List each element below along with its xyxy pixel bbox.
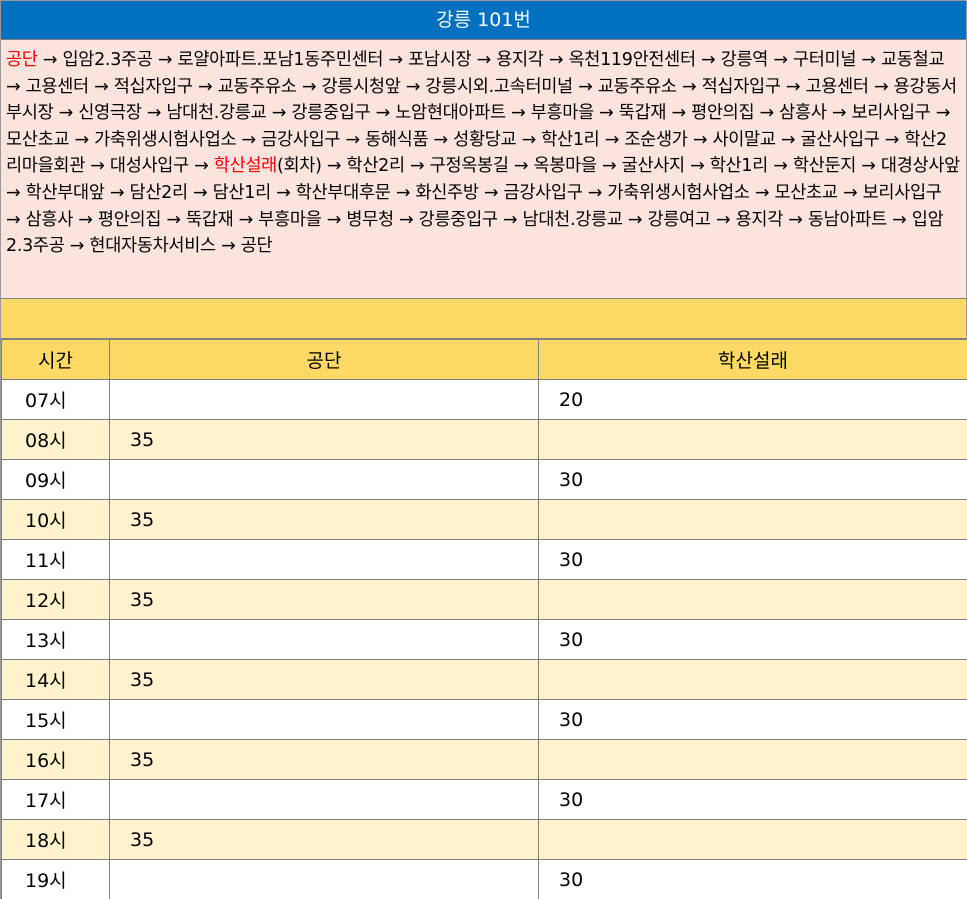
- haksanseollae-minute-cell: [538, 579, 967, 620]
- header-time: 시간: [1, 339, 110, 380]
- timetable-page: 강릉 101번 공단 → 입암2.3주공 → 로얄아파트.포남1동주민센터 → …: [0, 0, 967, 899]
- route-highlight-stop: 공단: [6, 50, 38, 70]
- haksanseollae-minute-cell: 30: [538, 779, 967, 820]
- haksanseollae-minute-cell: [538, 819, 967, 860]
- gongdan-minute-cell: [109, 699, 539, 740]
- timetable: 시간 공단 학산설래 07시 20 08시 35 09시 30 10시 35 11시 30 12시 3…: [1, 339, 967, 899]
- gongdan-minute-cell: 35: [109, 419, 539, 460]
- haksanseollae-minute-cell: 30: [538, 459, 967, 500]
- table-row: 10시 35: [1, 499, 967, 540]
- haksanseollae-minute-cell: [538, 419, 967, 460]
- haksanseollae-minute-cell: 30: [538, 699, 967, 740]
- table-row: 14시 35: [1, 659, 967, 700]
- time-cell: 15시: [1, 699, 110, 740]
- haksanseollae-minute-cell: [538, 739, 967, 780]
- time-cell: 10시: [1, 499, 110, 540]
- table-row: 15시 30: [1, 699, 967, 740]
- table-row: 09시 30: [1, 459, 967, 500]
- time-cell: 14시: [1, 659, 110, 700]
- time-cell: 13시: [1, 619, 110, 660]
- header-haksanseollae: 학산설래: [538, 339, 967, 380]
- time-cell: 17시: [1, 779, 110, 820]
- gongdan-minute-cell: 35: [109, 579, 539, 620]
- time-cell: 09시: [1, 459, 110, 500]
- table-row: 19시 30: [1, 859, 967, 899]
- time-cell: 19시: [1, 859, 110, 899]
- header-gongdan: 공단: [109, 339, 539, 380]
- gongdan-minute-cell: [109, 859, 539, 899]
- haksanseollae-minute-cell: [538, 659, 967, 700]
- haksanseollae-minute-cell: 20: [538, 379, 967, 420]
- table-row: 13시 30: [1, 619, 967, 660]
- gongdan-minute-cell: [109, 779, 539, 820]
- gongdan-minute-cell: [109, 539, 539, 580]
- time-cell: 07시: [1, 379, 110, 420]
- haksanseollae-minute-cell: [538, 499, 967, 540]
- table-row: 07시 20: [1, 379, 967, 420]
- route-highlight-stop: 학산설래: [213, 156, 278, 177]
- gongdan-minute-cell: 35: [109, 499, 539, 540]
- time-cell: 18시: [1, 819, 110, 860]
- table-row: 08시 35: [1, 419, 967, 460]
- table-row: 17시 30: [1, 779, 967, 820]
- gongdan-minute-cell: 35: [109, 739, 539, 780]
- gongdan-minute-cell: 35: [109, 819, 539, 860]
- timetable-header-row: 시간 공단 학산설래: [1, 339, 967, 380]
- header-spacer-bar: [1, 299, 966, 339]
- time-cell: 11시: [1, 539, 110, 580]
- gongdan-minute-cell: 35: [109, 659, 539, 700]
- time-cell: 12시: [1, 579, 110, 620]
- table-row: 18시 35: [1, 819, 967, 860]
- table-row: 16시 35: [1, 739, 967, 780]
- gongdan-minute-cell: [109, 379, 539, 420]
- haksanseollae-minute-cell: 30: [538, 539, 967, 580]
- route-title: 강릉 101번: [1, 1, 966, 40]
- table-row: 11시 30: [1, 539, 967, 580]
- haksanseollae-minute-cell: 30: [538, 859, 967, 899]
- gongdan-minute-cell: [109, 459, 539, 500]
- haksanseollae-minute-cell: 30: [538, 619, 967, 660]
- gongdan-minute-cell: [109, 619, 539, 660]
- table-row: 12시 35: [1, 579, 967, 620]
- time-cell: 08시: [1, 419, 110, 460]
- time-cell: 16시: [1, 739, 110, 780]
- route-description: 공단 → 입암2.3주공 → 로얄아파트.포남1동주민센터 → 포남시장 → 용…: [1, 40, 966, 299]
